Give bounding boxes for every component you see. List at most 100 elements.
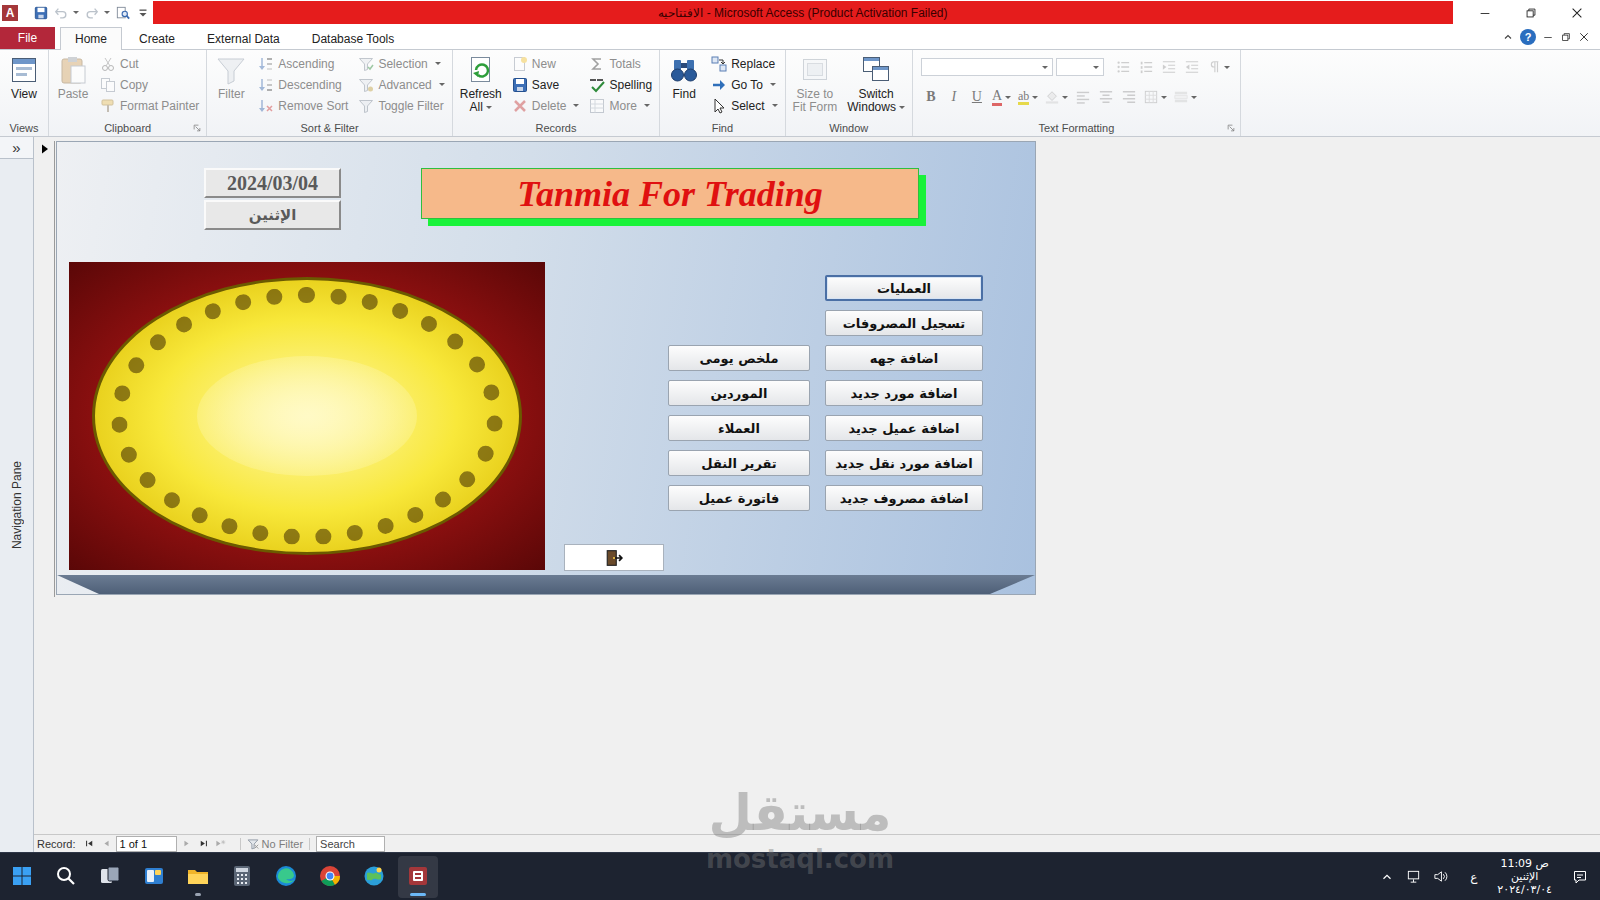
font-name-field[interactable] bbox=[921, 58, 1053, 76]
search-field[interactable]: Search bbox=[316, 836, 385, 852]
doc-restore-button[interactable] bbox=[1560, 31, 1572, 43]
ribbon-tab[interactable]: Create bbox=[124, 27, 190, 49]
numbering-button[interactable] bbox=[1136, 57, 1156, 77]
new-button[interactable]: New bbox=[509, 53, 583, 74]
help-button[interactable]: ? bbox=[1520, 29, 1536, 45]
customize-button[interactable] bbox=[134, 3, 152, 23]
menu-button[interactable]: تقرير النقل bbox=[668, 450, 810, 476]
save-button[interactable] bbox=[32, 3, 50, 23]
outdent-button[interactable] bbox=[1182, 57, 1202, 77]
copy-button[interactable]: Copy bbox=[97, 74, 202, 95]
start-taskbar-button[interactable] bbox=[2, 856, 42, 898]
minimize-button[interactable] bbox=[1462, 0, 1508, 25]
menu-button[interactable]: العملاء bbox=[668, 415, 810, 441]
totals-button[interactable]: Totals bbox=[586, 53, 655, 74]
alignleft-button[interactable] bbox=[1073, 87, 1093, 107]
ribbon-tab[interactable]: Home bbox=[60, 27, 122, 50]
view-button[interactable]: View bbox=[4, 53, 44, 102]
cut-button[interactable]: Cut bbox=[97, 53, 202, 74]
globe-taskbar-button[interactable] bbox=[354, 856, 394, 898]
altrow-button[interactable] bbox=[1172, 87, 1199, 107]
menu-button[interactable]: تسجيل المصروفات bbox=[825, 310, 983, 336]
fill-button[interactable] bbox=[1043, 87, 1070, 107]
filter-status[interactable]: No Filter bbox=[240, 838, 311, 850]
refresh-button[interactable]: RefreshAll bbox=[457, 53, 505, 115]
highlight-button[interactable]: ab bbox=[1016, 87, 1040, 107]
preview-button[interactable] bbox=[114, 3, 132, 23]
record-selector[interactable] bbox=[36, 141, 55, 597]
menu-button[interactable]: اضافة مصروف جديد bbox=[825, 485, 983, 511]
spelling-button[interactable]: Spelling bbox=[586, 74, 655, 95]
explorer-taskbar-button[interactable] bbox=[178, 856, 218, 898]
ribbon-tab[interactable]: File bbox=[0, 27, 55, 49]
access-logo[interactable]: A bbox=[2, 5, 18, 21]
menu-button[interactable]: اضافة مورد جديد bbox=[825, 380, 983, 406]
close-button[interactable] bbox=[1554, 0, 1600, 25]
input-language[interactable]: ع bbox=[1470, 870, 1477, 884]
previous-record-button[interactable] bbox=[99, 838, 114, 849]
gridlines-button[interactable] bbox=[1142, 87, 1169, 107]
fontcolor-button[interactable]: A bbox=[990, 87, 1013, 107]
first-record-button[interactable] bbox=[82, 838, 97, 849]
select-button[interactable]: Select bbox=[708, 95, 780, 116]
navigation-pane-label[interactable]: Navigation Pane bbox=[10, 461, 24, 549]
calculator-taskbar-button[interactable] bbox=[222, 856, 262, 898]
removesort-button[interactable]: Remove Sort bbox=[255, 95, 351, 116]
navigation-pane-toggle[interactable]: » bbox=[0, 137, 33, 159]
doc-close-button[interactable] bbox=[1578, 31, 1590, 43]
redo-button[interactable] bbox=[83, 3, 112, 23]
font-size-field[interactable] bbox=[1056, 58, 1104, 76]
painter-button[interactable]: Format Painter bbox=[97, 95, 202, 116]
filter-button[interactable]: Filter bbox=[211, 53, 251, 102]
bullets-button[interactable] bbox=[1113, 57, 1133, 77]
fit-button[interactable]: Size toFit Form bbox=[790, 53, 841, 115]
exit-button[interactable] bbox=[564, 544, 664, 571]
menu-button[interactable]: العمليات bbox=[825, 275, 983, 301]
new-record-button[interactable] bbox=[213, 838, 228, 849]
bold-button[interactable]: B bbox=[921, 87, 941, 107]
ribbon-tab[interactable]: External Data bbox=[192, 27, 295, 49]
asc-button[interactable]: Ascending bbox=[255, 53, 351, 74]
goto-button[interactable]: Go To bbox=[708, 74, 780, 95]
replace-button[interactable]: Replace bbox=[708, 53, 780, 74]
clock[interactable]: 11:09 صالإثنين٢٠٢٤/٠٣/٠٤ bbox=[1497, 857, 1552, 896]
delete-button[interactable]: Delete bbox=[509, 95, 583, 116]
aligncenter-button[interactable] bbox=[1096, 87, 1116, 107]
undo-button[interactable] bbox=[52, 3, 81, 23]
notifications-button[interactable] bbox=[1570, 867, 1590, 887]
selection-button[interactable]: Selection bbox=[355, 53, 447, 74]
ribbon-tab[interactable]: Database Tools bbox=[297, 27, 410, 49]
toggle-button[interactable]: Toggle Filter bbox=[355, 95, 447, 116]
collapse-ribbon-button[interactable] bbox=[1502, 31, 1514, 43]
more-button[interactable]: More bbox=[586, 95, 655, 116]
alignright-button[interactable] bbox=[1119, 87, 1139, 107]
italic-button[interactable]: I bbox=[944, 87, 964, 107]
search-taskbar-button[interactable] bbox=[46, 856, 86, 898]
volume-button[interactable] bbox=[1431, 867, 1450, 886]
edge-taskbar-button[interactable] bbox=[266, 856, 306, 898]
paste-button[interactable]: Paste bbox=[53, 53, 93, 102]
advanced-button[interactable]: Advanced bbox=[355, 74, 447, 95]
para-button[interactable] bbox=[1205, 57, 1232, 77]
menu-button[interactable]: اضافة جهه bbox=[825, 345, 983, 371]
next-record-button[interactable] bbox=[179, 838, 194, 849]
access-taskbar-button[interactable] bbox=[398, 856, 438, 898]
desc-button[interactable]: Descending bbox=[255, 74, 351, 95]
menu-button[interactable]: اضافة مورد نقل جديد bbox=[825, 450, 983, 476]
underline-button[interactable]: U bbox=[967, 87, 987, 107]
find-button[interactable]: Find bbox=[664, 53, 704, 102]
restore-button[interactable] bbox=[1508, 0, 1554, 25]
menu-button[interactable]: اضافة عميل جديد bbox=[825, 415, 983, 441]
doc-minimize-button[interactable] bbox=[1542, 31, 1554, 43]
menu-button[interactable]: الموردين bbox=[668, 380, 810, 406]
menu-button[interactable]: فاتورة عميل bbox=[668, 485, 810, 511]
save-button[interactable]: Save bbox=[509, 74, 583, 95]
widgets-taskbar-button[interactable] bbox=[134, 856, 174, 898]
record-position-field[interactable]: 1 of 1 bbox=[116, 836, 177, 852]
switch-button[interactable]: SwitchWindows bbox=[844, 53, 908, 115]
show-hidden-icons-button[interactable] bbox=[1378, 868, 1396, 886]
last-record-button[interactable] bbox=[196, 838, 211, 849]
indent-button[interactable] bbox=[1159, 57, 1179, 77]
menu-button[interactable]: ملخص يومى bbox=[668, 345, 810, 371]
taskview-taskbar-button[interactable] bbox=[90, 856, 130, 898]
